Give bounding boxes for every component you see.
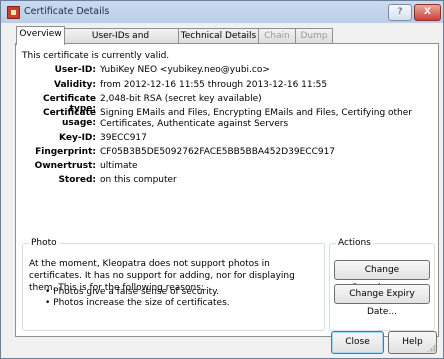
tab-dump: Dump xyxy=(295,28,333,44)
certificate-type-value: 2,048-bit RSA (secret key available) xyxy=(100,94,262,104)
close-titlebar-button[interactable]: X xyxy=(414,4,441,21)
photo-reasons-list: Photos give a false sense of security. P… xyxy=(45,287,230,309)
ownertrust-label: Ownertrust: xyxy=(34,161,96,171)
stored-value: on this computer xyxy=(100,175,177,185)
user-id-label: User-ID: xyxy=(54,65,96,75)
close-button[interactable]: Close xyxy=(331,331,384,354)
photo-groupbox: Photo At the moment, Kleopatra does not … xyxy=(22,238,325,331)
change-expiry-date-button[interactable]: Change Expiry Date... xyxy=(334,284,430,317)
fingerprint-value: CF05B3B5DE5092762FACE5BB5BBA452D39ECC917 xyxy=(100,147,336,157)
actions-groupbox: Actions Change Passphrase... Change Expi… xyxy=(329,238,435,331)
stored-label: Stored: xyxy=(58,175,96,185)
tab-overview[interactable]: Overview xyxy=(16,26,65,45)
help-titlebar-button[interactable]: ? xyxy=(388,4,412,21)
validity-status-text: This certificate is currently valid. xyxy=(22,51,170,61)
tab-technical-details[interactable]: Technical Details xyxy=(178,28,259,44)
certificate-details-window: Certificate Details ? X Overview User-ID… xyxy=(0,0,444,359)
validity-value: from 2012-12-16 11:55 through 2013-12-16… xyxy=(100,80,328,90)
title-bar[interactable]: Certificate Details ? X xyxy=(1,1,443,23)
user-id-value: YubiKey NEO <yubikey.neo@yubi.co> xyxy=(100,65,270,75)
ownertrust-value: ultimate xyxy=(100,161,138,171)
photo-reason-item: Photos increase the size of certificates… xyxy=(45,298,229,309)
validity-label: Validity: xyxy=(53,80,96,90)
key-id-value: 39ECC917 xyxy=(100,133,147,143)
fingerprint-label: Fingerprint: xyxy=(35,147,96,157)
certificate-usage-value: Signing EMails and Files, Encrypting EMa… xyxy=(100,108,412,129)
tab-user-ids-and-certifications[interactable]: User-IDs and Certifications xyxy=(62,28,179,56)
kleopatra-app-icon xyxy=(7,6,20,19)
dialog-body: Overview User-IDs and Certifications Tec… xyxy=(5,23,439,354)
window-title: Certificate Details xyxy=(24,6,110,17)
photo-group-title: Photo xyxy=(29,238,59,248)
photo-reason-item: Photos give a false sense of security. xyxy=(45,287,230,298)
tab-chain: Chain xyxy=(258,28,296,44)
actions-group-title: Actions xyxy=(336,238,373,248)
overview-panel: This certificate is currently valid. Use… xyxy=(15,43,439,337)
key-id-label: Key-ID: xyxy=(59,133,96,143)
change-passphrase-button[interactable]: Change Passphrase... xyxy=(334,260,430,293)
certificate-usage-label: Certificate usage: xyxy=(42,108,96,128)
